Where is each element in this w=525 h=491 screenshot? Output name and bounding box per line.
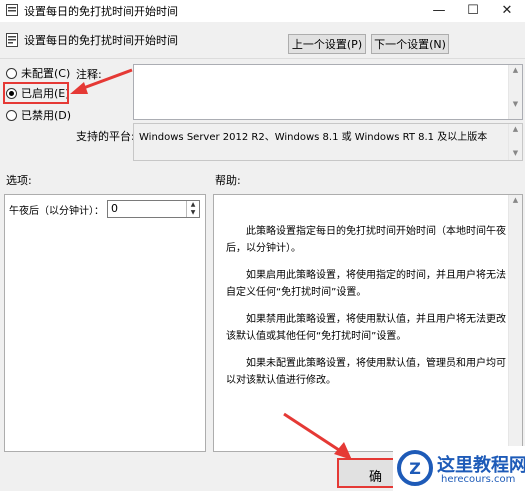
help-text: 此策略设置指定每日的免打扰时间开始时间（本地时间午夜后，以分钟计）。 如果启用此… <box>226 223 506 399</box>
header-divider <box>0 58 525 59</box>
next-setting-button[interactable]: 下一个设置(N) <box>371 34 449 54</box>
radio-circle <box>6 109 17 121</box>
prev-setting-button[interactable]: 上一个设置(P) <box>288 34 366 54</box>
minutes-value: 0 <box>111 202 118 215</box>
comment-scrollbar[interactable]: ▲ ▼ <box>508 65 522 119</box>
close-button[interactable]: ✕ <box>490 0 524 22</box>
help-paragraph: 如果禁用此策略设置，将使用默认值，并且用户将无法更改该默认值或其他任何“免打扰时… <box>226 314 506 342</box>
red-arrow-annotation <box>283 412 352 460</box>
watermark-url: herecours.com <box>441 474 516 485</box>
supported-value: Windows Server 2012 R2、Windows 8.1 或 Win… <box>139 132 488 143</box>
watermark: Z 这里教程网 herecours.com <box>393 446 525 491</box>
options-panel <box>4 194 206 452</box>
options-label: 选项: <box>6 174 32 187</box>
help-paragraph: 如果未配置此策略设置，将使用默认值，管理员和用户均可以对该默认值进行修改。 <box>226 358 506 386</box>
watermark-logo-icon: Z <box>397 450 433 486</box>
radio-disabled[interactable]: 已禁用(D) <box>6 106 71 124</box>
comment-label: 注释: <box>76 68 102 81</box>
policy-title: 设置每日的免打扰时间开始时间 <box>24 34 178 47</box>
radio-label: 已禁用(D) <box>21 109 72 122</box>
spin-arrows[interactable]: ▲ ▼ <box>186 201 199 217</box>
title-bar: 设置每日的免打扰时间开始时间 — ☐ ✕ <box>0 0 525 22</box>
help-panel: 此策略设置指定每日的免打扰时间开始时间（本地时间午夜后，以分钟计）。 如果启用此… <box>213 194 523 452</box>
supported-scrollbar[interactable]: ▲ ▼ <box>508 124 522 160</box>
maximize-button[interactable]: ☐ <box>456 0 490 22</box>
supported-label: 支持的平台: <box>76 130 135 143</box>
radio-not-configured[interactable]: 未配置(C) <box>6 64 70 82</box>
help-paragraph: 此策略设置指定每日的免打扰时间开始时间（本地时间午夜后，以分钟计）。 <box>226 226 506 254</box>
help-paragraph: 如果启用此策略设置，将使用指定的时间，并且用户将无法自定义任何“免打扰时间”设置… <box>226 270 506 298</box>
radio-label: 未配置(C) <box>21 67 71 80</box>
minutes-spinbox[interactable]: 0 ▲ ▼ <box>107 200 200 218</box>
policy-icon <box>6 4 18 16</box>
minimize-button[interactable]: — <box>422 0 456 22</box>
comment-textarea[interactable]: ▲ ▼ <box>133 64 523 120</box>
svg-text:Z: Z <box>409 459 421 478</box>
help-label: 帮助: <box>215 174 241 187</box>
ok-label: 确 <box>369 470 383 485</box>
supported-box: Windows Server 2012 R2、Windows 8.1 或 Win… <box>133 123 523 161</box>
minutes-field-label: 午夜后（以分钟计）： <box>9 206 104 217</box>
window-title: 设置每日的免打扰时间开始时间 <box>24 5 178 18</box>
policy-setting-icon <box>6 33 18 47</box>
help-scrollbar[interactable]: ▲ <box>508 195 522 451</box>
highlight-box <box>3 82 69 104</box>
radio-circle <box>6 67 17 79</box>
